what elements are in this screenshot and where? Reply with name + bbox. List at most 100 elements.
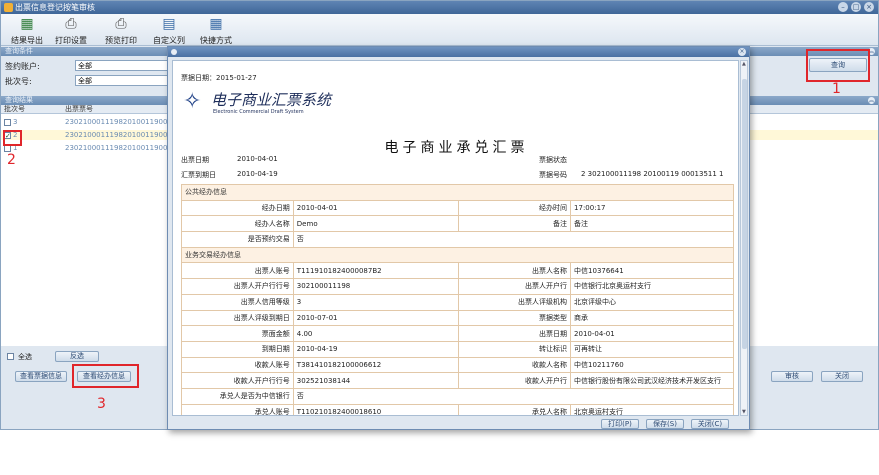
- field-value: 302100011198: [292, 278, 460, 295]
- field-value: 2010-04-01: [570, 325, 734, 342]
- printer-settings-icon: ⎙: [65, 16, 77, 32]
- print-settings-label: 打印设置: [55, 36, 87, 45]
- dialog-title-bar[interactable]: ×: [168, 47, 749, 57]
- field-value: 商承: [570, 309, 734, 327]
- print-button[interactable]: 打印(P): [601, 419, 639, 429]
- detail-row: 收款人开户行行号 302521038144 收款人开户行 中信银行股份有限公司武汉经济…: [181, 372, 734, 389]
- vertical-scrollbar[interactable]: ▲ ▼: [740, 60, 748, 416]
- custom-columns-button[interactable]: ▤ 自定义列: [147, 16, 191, 46]
- account-select[interactable]: [75, 60, 171, 71]
- columns-icon: ▤: [162, 16, 176, 32]
- close-button[interactable]: 关闭: [821, 371, 863, 382]
- field-value: T381410182100006612: [292, 356, 460, 374]
- minimize-button[interactable]: –: [838, 2, 848, 12]
- section-header-row: 公共经办信息: [181, 184, 734, 201]
- field-label: 出票人名称: [458, 262, 572, 280]
- field-value: 北京奥运村支行: [570, 403, 734, 415]
- annotation-number-2: 2: [7, 152, 16, 168]
- field-value: 否: [292, 387, 735, 405]
- detail-row: 收款人账号 T381410182100006612 收款人名称 中信10211760: [181, 356, 734, 374]
- detail-row: 是否预约交易否: [181, 231, 735, 248]
- detail-row: 出票人评级到期日 2010-07-01 票据类型 商承: [181, 309, 734, 327]
- shortcut-label: 快捷方式: [200, 36, 232, 45]
- shortcut-icon: ▦: [209, 16, 223, 32]
- field-label: 出票人开户行: [458, 278, 572, 295]
- batch-select[interactable]: [75, 75, 171, 86]
- detail-row: 出票人开户行行号 302100011198 出票人开户行 中信银行北京奥运村支行: [181, 278, 734, 295]
- detail-row: 承兑人是否为中信银行否: [181, 387, 735, 405]
- maximize-button[interactable]: □: [851, 2, 861, 12]
- field-label: 收款人名称: [458, 356, 572, 374]
- field-value: 中信10211760: [570, 356, 734, 374]
- document-title: 电子商业承兑汇票: [384, 140, 529, 156]
- view-bill-info-button[interactable]: 查看票据信息: [15, 371, 67, 382]
- detail-row: 出票人账号 T1119101824000087B2 出票人名称 中信10376641: [181, 262, 734, 280]
- dialog-close-icon[interactable]: ×: [738, 48, 746, 56]
- dialog-close-button[interactable]: 关闭(C): [691, 419, 729, 429]
- field-value: T1119101824000087B2: [292, 262, 460, 280]
- column-bill-no[interactable]: 出票票号: [65, 105, 93, 114]
- collapse-icon[interactable]: ︽: [868, 97, 875, 104]
- close-window-button[interactable]: ×: [864, 2, 874, 12]
- preview-print-button[interactable]: ⎙ 预览打印: [99, 16, 143, 46]
- field-label: 承兑人账号: [181, 403, 294, 415]
- due-date-label: 汇票到期日: [181, 171, 216, 179]
- section-title: 公共经办信息: [181, 184, 734, 201]
- field-value: 302521038144: [292, 372, 460, 389]
- field-value: 中信10376641: [570, 262, 734, 280]
- export-icon: ▦: [20, 16, 34, 32]
- preview-print-label: 预览打印: [105, 36, 137, 45]
- detail-row: 到期日期 2010-04-19 转让标识 可再转让: [181, 340, 734, 358]
- toolbar: ▦ 结果导出 ⎙ 打印设置 ⎙ 预览打印 ▤ 自定义列 ▦ 快捷方式: [1, 14, 878, 46]
- batch-row: 批次号:: [5, 75, 171, 87]
- field-label: 收款人账号: [181, 356, 294, 374]
- column-batch[interactable]: 批次号: [4, 105, 25, 114]
- field-value: 2010-07-01: [292, 309, 460, 327]
- annotation-number-3: 3: [97, 396, 106, 412]
- section-header-row: 业务交易经办信息: [181, 246, 734, 264]
- field-value: 备注: [570, 215, 734, 233]
- print-date: 票据日期：2015-01-27: [181, 74, 257, 82]
- dialog-icon: [171, 49, 177, 55]
- field-label: 收款人开户行行号: [181, 372, 294, 389]
- field-label: 出票人开户行行号: [181, 278, 294, 295]
- logo-mark-icon: ✧: [183, 89, 202, 114]
- logo-name-en: Electronic Commercial Draft System: [213, 109, 304, 115]
- save-button[interactable]: 保存(S): [646, 419, 684, 429]
- field-label: 是否预约交易: [181, 231, 294, 248]
- print-settings-button[interactable]: ⎙ 打印设置: [49, 16, 93, 46]
- window-title: 出票信息登记按笔审核: [15, 3, 95, 12]
- field-label: 出票人评级到期日: [181, 309, 294, 327]
- approve-button[interactable]: 审核: [771, 371, 813, 382]
- issue-date-value: 2010-04-01: [237, 155, 278, 163]
- scroll-up-icon[interactable]: ▲: [742, 61, 746, 67]
- field-label: 收款人开户行: [458, 372, 572, 389]
- select-all-checkbox[interactable]: [7, 353, 14, 360]
- field-label: 备注: [458, 215, 572, 233]
- due-date-value: 2010-04-19: [237, 170, 278, 178]
- scroll-down-icon[interactable]: ▼: [742, 409, 746, 415]
- field-label: 票面金额: [181, 325, 294, 342]
- shortcut-button[interactable]: ▦ 快捷方式: [194, 16, 238, 46]
- title-bar: 出票信息登记按笔审核 – □ ×: [1, 1, 878, 14]
- app-icon: [4, 3, 13, 12]
- row-batch: 3: [13, 118, 18, 126]
- invert-selection-button[interactable]: 反选: [55, 351, 99, 362]
- scroll-thumb[interactable]: [742, 79, 747, 349]
- detail-row: 承兑人账号 T110210182400018610 承兑人名称 北京奥运村支行: [181, 403, 734, 415]
- detail-row: 票面金额 4.00 出票日期 2010-04-01: [181, 325, 734, 342]
- export-results-button[interactable]: ▦ 结果导出: [5, 16, 49, 46]
- issue-date-label: 出票日期: [181, 156, 209, 164]
- field-value: 2010-04-01: [292, 199, 460, 217]
- row-checkbox[interactable]: [4, 145, 11, 152]
- field-label: 承兑人名称: [458, 403, 572, 415]
- annotation-box-view-handler: [72, 364, 139, 388]
- batch-label: 批次号:: [5, 77, 32, 86]
- field-label: 到期日期: [181, 340, 294, 358]
- system-logo: ✧ 电子商业汇票系统 Electronic Commercial Draft S…: [183, 89, 343, 119]
- row-checkbox[interactable]: [4, 119, 11, 126]
- account-label: 签约账户:: [5, 62, 40, 71]
- field-label: 出票人账号: [181, 262, 294, 280]
- account-row: 签约账户:: [5, 60, 171, 72]
- field-label: 经办日期: [181, 199, 294, 217]
